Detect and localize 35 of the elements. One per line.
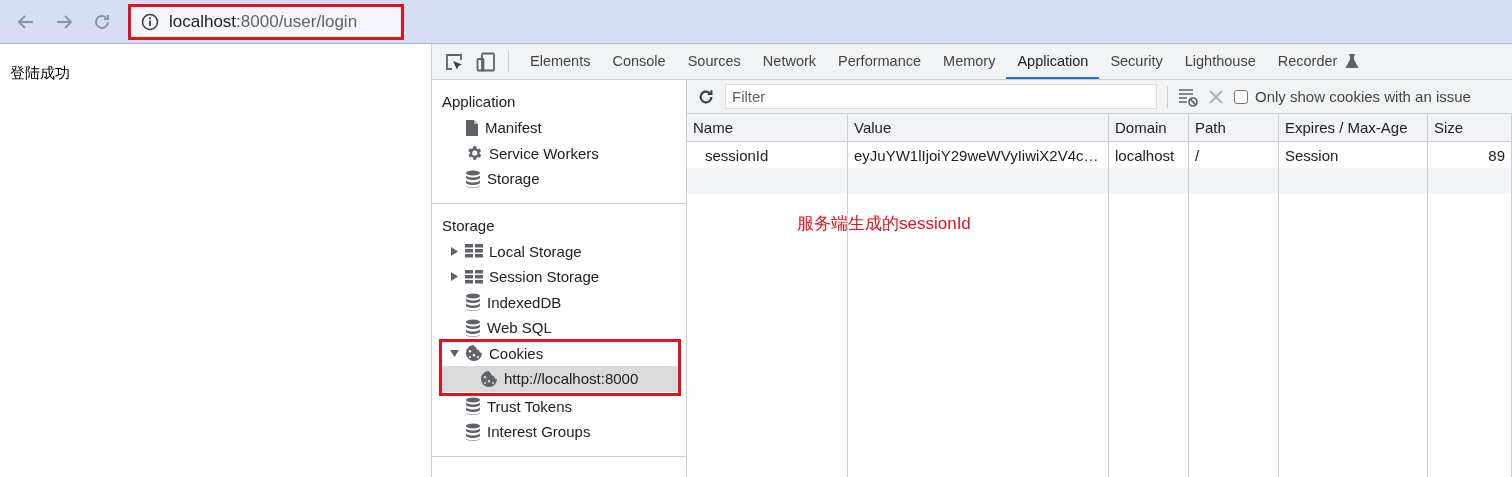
- section-heading: Application: [441, 92, 517, 112]
- issue-checkbox[interactable]: Only show cookies with an issue: [1234, 88, 1471, 105]
- sidebar-item[interactable]: Web SQL: [432, 315, 686, 341]
- panel-tab[interactable]: Recorder: [1266, 44, 1371, 79]
- column-header[interactable]: Name: [687, 114, 848, 142]
- sidebar-item[interactable]: IndexedDB: [432, 289, 686, 315]
- sidebar-item[interactable]: Local Storage: [432, 238, 686, 264]
- page-message: 登陆成功: [10, 64, 70, 81]
- column-header[interactable]: Value: [848, 114, 1109, 142]
- annotation-note: 服务端生成的sessionId: [797, 213, 971, 235]
- sidebar-item[interactable]: Manifest: [432, 115, 686, 141]
- url-path: :8000/user/login: [236, 11, 358, 31]
- sidebar-item[interactable]: http://localhost:8000: [441, 366, 679, 392]
- column-header[interactable]: Domain: [1109, 114, 1189, 142]
- filter-field[interactable]: Filter: [725, 84, 1157, 109]
- panel-tab[interactable]: Sources: [676, 44, 752, 79]
- section-heading: Storage: [441, 215, 496, 236]
- sidebar-item[interactable]: Trust Tokens: [432, 393, 686, 419]
- sidebar-item[interactable]: Storage: [432, 166, 686, 192]
- sidebar-item[interactable]: Session Storage: [432, 264, 686, 290]
- sidebar-item[interactable]: Cookies: [441, 340, 679, 366]
- column-header[interactable]: Size: [1428, 114, 1512, 142]
- panel-tab[interactable]: Memory: [932, 44, 1007, 79]
- panel-tab[interactable]: Network: [751, 44, 828, 79]
- url-host: localhost: [169, 11, 237, 31]
- column-header[interactable]: Expires / Max-Age: [1279, 114, 1428, 142]
- panel-tab[interactable]: Elements: [519, 44, 602, 79]
- column-header[interactable]: Path: [1189, 114, 1279, 142]
- address-bar[interactable]: localhost:8000/user/login: [128, 3, 404, 40]
- panel-tab[interactable]: Security: [1099, 44, 1174, 79]
- panel-tab[interactable]: Performance: [827, 44, 933, 79]
- sidebar-item[interactable]: Interest Groups: [432, 419, 686, 445]
- sidebar-item[interactable]: Service Workers: [432, 140, 686, 166]
- panel-tab[interactable]: Console: [601, 44, 677, 79]
- panel-tab[interactable]: Lighthouse: [1173, 44, 1267, 79]
